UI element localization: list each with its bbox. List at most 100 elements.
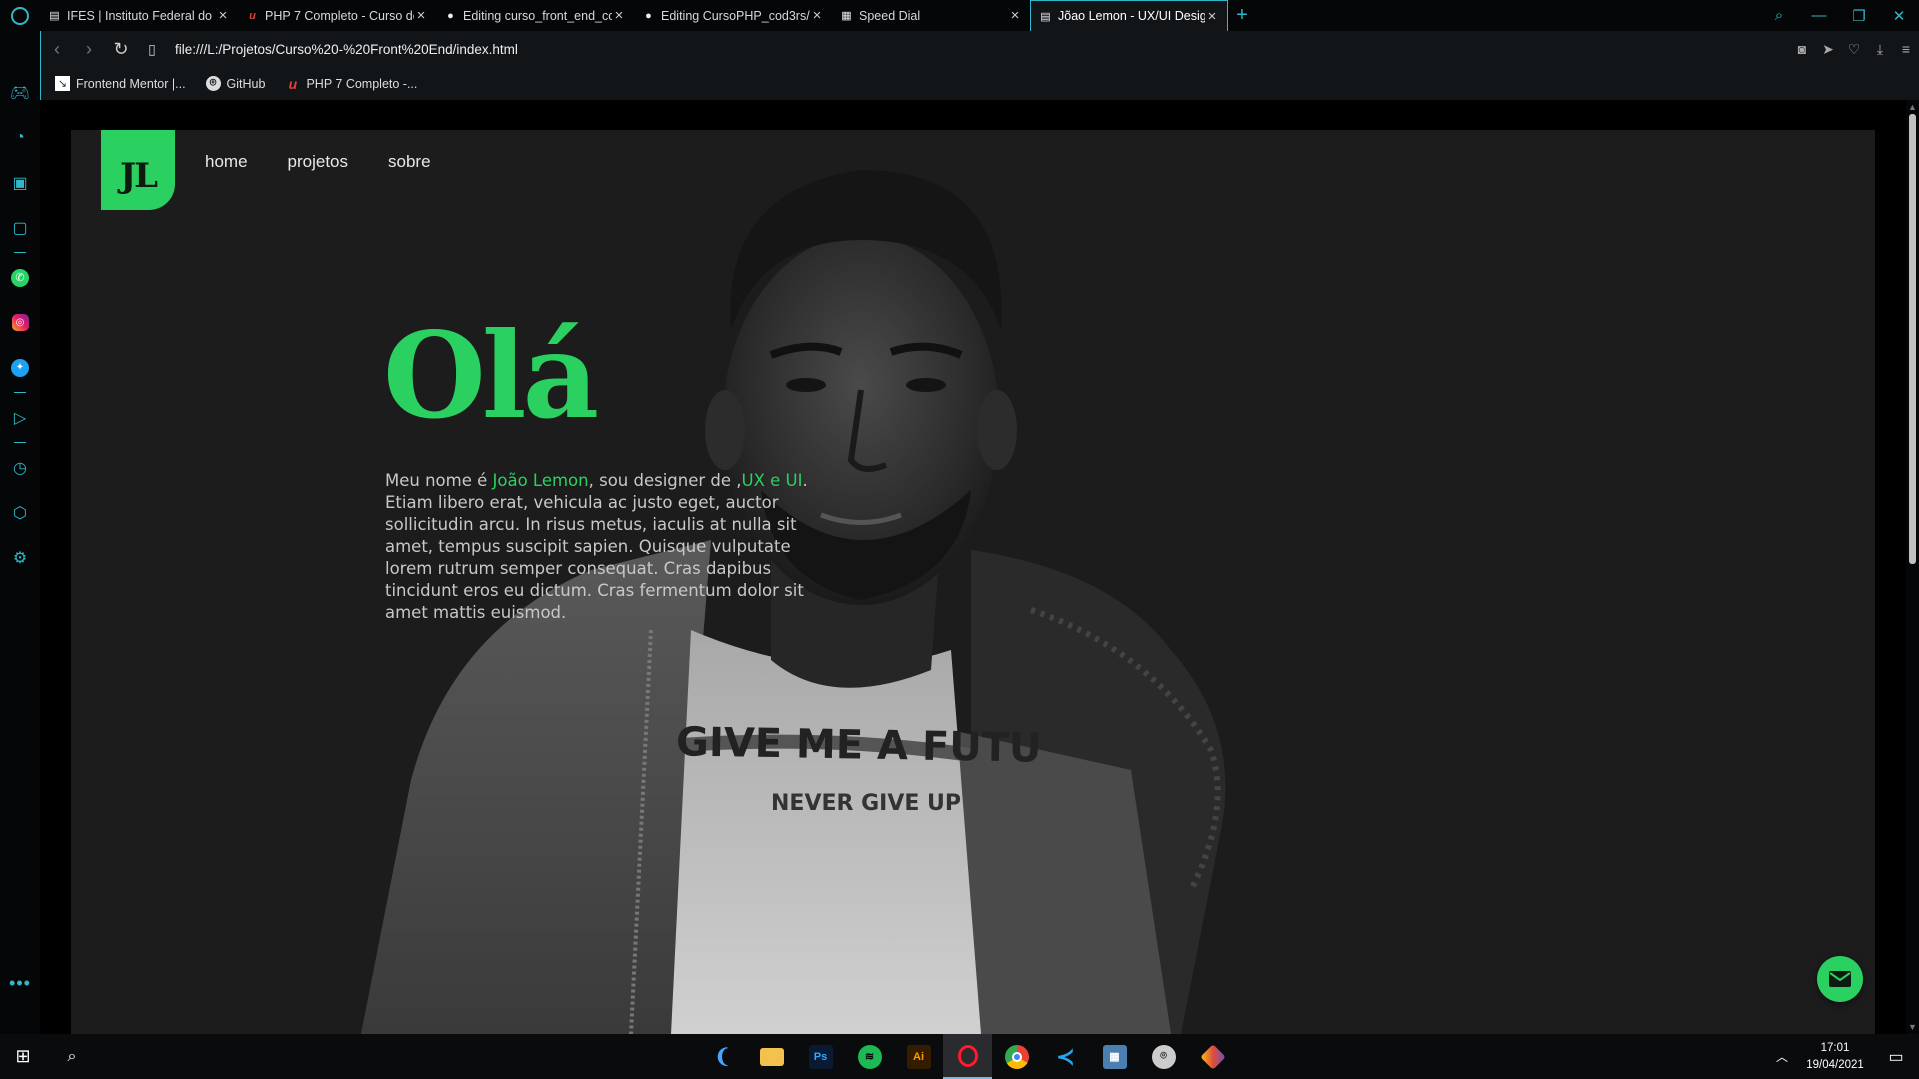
download-icon[interactable]: ⤓ xyxy=(1867,41,1893,58)
forward-button[interactable]: › xyxy=(73,39,105,60)
intro-name: João Lemon xyxy=(492,471,589,490)
app-calculator[interactable]: ▦ xyxy=(1090,1034,1139,1079)
nav-home[interactable]: home xyxy=(205,152,248,172)
back-button[interactable]: ‹ xyxy=(41,39,73,60)
tab-label: Editing CursoPHP_cod3rs/R xyxy=(661,8,810,23)
nav-sobre[interactable]: sobre xyxy=(388,152,431,172)
tab-label: PHP 7 Completo - Curso de xyxy=(265,8,414,23)
hero-title: Olá xyxy=(383,306,599,445)
extensions-icon[interactable]: ⬡ xyxy=(0,490,40,535)
clock[interactable]: 17:01 19/04/2021 xyxy=(1797,1040,1873,1074)
page-scrollbar[interactable]: ▲ ▼ xyxy=(1906,100,1919,1034)
frontend-mentor-icon: ↘ xyxy=(55,76,70,91)
github-icon: ● xyxy=(447,9,454,22)
twitch-icon[interactable]: ▢ xyxy=(0,205,40,250)
bookmark-label: GitHub xyxy=(226,76,266,91)
start-button[interactable]: ⊞ xyxy=(0,1046,46,1067)
tray-chevron-icon[interactable]: ︿ xyxy=(1767,1048,1797,1065)
scroll-down-icon[interactable]: ▼ xyxy=(1906,1022,1919,1032)
site-logo[interactable]: JL xyxy=(101,130,175,210)
intro-text: Meu nome é xyxy=(385,471,493,490)
tab-speed-dial[interactable]: ▦ Speed Dial × xyxy=(832,0,1030,31)
scroll-up-icon[interactable]: ▲ xyxy=(1906,102,1919,112)
taskbar-search-icon[interactable]: ⌕ xyxy=(46,1048,98,1066)
twitter-button[interactable]: ✦ xyxy=(0,345,40,390)
snapshot-icon[interactable]: ◙ xyxy=(1789,41,1815,57)
system-tray: ︿ 17:01 19/04/2021 ▭ xyxy=(1767,1034,1919,1079)
scrollbar-thumb[interactable] xyxy=(1909,114,1916,564)
pinned-apps: ❨ Ps ≋ Ai ≺ ▦ ⌾ xyxy=(698,1034,1237,1079)
speedometer-icon[interactable]: ◔ xyxy=(0,115,40,160)
close-icon[interactable]: × xyxy=(216,7,230,24)
briefcase-icon[interactable]: ▣ xyxy=(0,160,40,205)
tab-github-2[interactable]: ● Editing CursoPHP_cod3rs/R × xyxy=(634,0,832,31)
windows-taskbar: ⊞ ⌕ ❨ Ps ≋ Ai ≺ ▦ ⌾ ︿ 17:01 19/04/2021 ▭ xyxy=(0,1034,1919,1079)
reload-button[interactable]: ↻ xyxy=(105,39,137,60)
app-chrome[interactable] xyxy=(992,1034,1041,1079)
app-vscode[interactable]: ≺ xyxy=(1041,1034,1090,1079)
send-icon[interactable]: ➤ xyxy=(1815,41,1841,58)
github-desktop-icon: ⌾ xyxy=(1151,1044,1176,1069)
opera-menu-button[interactable] xyxy=(0,0,40,31)
page-info-icon[interactable]: ▯ xyxy=(137,41,167,58)
app-file-explorer[interactable] xyxy=(747,1034,796,1079)
instagram-button[interactable]: ◎ xyxy=(0,300,40,345)
address-actions: ◙ ➤ ♡ ⤓ ≡ xyxy=(1789,41,1919,58)
sidebar-divider xyxy=(14,442,26,443)
opera-icon xyxy=(957,1044,978,1067)
minimize-icon[interactable]: — xyxy=(1799,7,1839,24)
tab-strip: ▤ IFES | Instituto Federal do E × u PHP … xyxy=(0,0,1919,31)
easy-setup-icon[interactable]: ≡ xyxy=(1893,41,1919,57)
github-icon: ● xyxy=(645,9,652,22)
vscode-icon: ≺ xyxy=(1056,1043,1075,1069)
speed-dial-icon: ▦ xyxy=(841,10,852,22)
app-opera[interactable] xyxy=(943,1034,992,1079)
portfolio-site: GIVE ME A FUTU NEVER GIVE UP JL home pro… xyxy=(71,130,1875,1034)
search-tabs-icon[interactable]: ⌕ xyxy=(1759,7,1799,24)
more-icon[interactable]: ••• xyxy=(9,973,31,994)
app-spotify[interactable]: ≋ xyxy=(845,1034,894,1079)
udemy-icon: u xyxy=(288,75,298,92)
whatsapp-button[interactable]: ✆ xyxy=(0,255,40,300)
gamepad-icon[interactable]: 🎮︎ xyxy=(0,70,40,115)
github-icon: ⌾ xyxy=(205,76,221,91)
tab-ifes[interactable]: ▤ IFES | Instituto Federal do E × xyxy=(40,0,238,31)
app-file-picker[interactable]: ❨ xyxy=(698,1034,747,1079)
close-window-icon[interactable]: ✕ xyxy=(1879,7,1919,25)
nav-projetos[interactable]: projetos xyxy=(288,152,348,172)
instagram-icon: ◎ xyxy=(11,314,29,331)
opera-logo-icon xyxy=(11,6,29,25)
tab-github-1[interactable]: ● Editing curso_front_end_co × xyxy=(436,0,634,31)
close-icon[interactable]: × xyxy=(414,7,428,24)
new-tab-button[interactable]: + xyxy=(1228,4,1256,27)
tab-joao-lemon[interactable]: ▤ Jõao Lemon - UX/UI Design × xyxy=(1030,0,1228,31)
restore-icon[interactable]: ❐ xyxy=(1839,7,1879,25)
close-icon[interactable]: × xyxy=(1008,7,1022,24)
file-picker-icon: ❨ xyxy=(714,1046,731,1068)
close-icon[interactable]: × xyxy=(612,7,626,24)
spotify-icon: ≋ xyxy=(857,1044,882,1069)
app-photoshop[interactable]: Ps xyxy=(796,1034,845,1079)
heart-icon[interactable]: ♡ xyxy=(1841,41,1867,58)
contact-button[interactable] xyxy=(1817,956,1863,1002)
tabs: ▤ IFES | Instituto Federal do E × u PHP … xyxy=(40,0,1228,31)
address-bar: ‹ › ↻ ▯ file:///L:/Projetos/Curso%20-%20… xyxy=(40,31,1919,67)
page-icon: ▤ xyxy=(1040,10,1051,23)
app-illustrator[interactable]: Ai xyxy=(894,1034,943,1079)
notification-icon[interactable]: ▭ xyxy=(1873,1047,1919,1067)
bookmark-github[interactable]: ⌾ GitHub xyxy=(205,76,266,91)
close-icon[interactable]: × xyxy=(810,7,824,24)
tab-label: IFES | Instituto Federal do E xyxy=(67,8,216,23)
bookmark-frontend-mentor[interactable]: ↘ Frontend Mentor |... xyxy=(55,76,186,91)
tab-label: Speed Dial xyxy=(859,8,921,23)
bookmark-php[interactable]: u PHP 7 Completo -... xyxy=(285,75,418,92)
file-explorer-icon xyxy=(759,1047,784,1066)
settings-icon[interactable]: ⚙ xyxy=(0,535,40,580)
app-github-desktop[interactable]: ⌾ xyxy=(1139,1034,1188,1079)
history-icon[interactable]: ◷ xyxy=(0,445,40,490)
player-icon[interactable]: ▷ xyxy=(0,395,40,440)
tab-php[interactable]: u PHP 7 Completo - Curso de × xyxy=(238,0,436,31)
url-field[interactable]: file:///L:/Projetos/Curso%20-%20Front%20… xyxy=(175,42,1789,57)
close-icon[interactable]: × xyxy=(1205,8,1219,25)
app-git[interactable] xyxy=(1188,1034,1237,1079)
